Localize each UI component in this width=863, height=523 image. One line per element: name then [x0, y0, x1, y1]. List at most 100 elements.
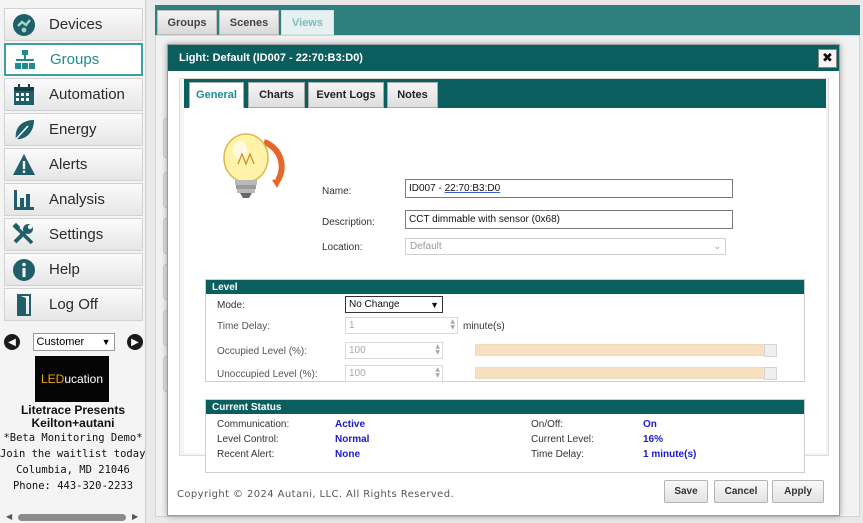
status-time-delay-label: Time Delay:	[531, 449, 584, 460]
apply-button[interactable]: Apply	[772, 480, 824, 503]
chevron-down-icon: ⌄	[713, 241, 721, 251]
recent-alert-value: None	[335, 449, 360, 460]
occupied-level-input[interactable]: 100 ▲ ▼	[345, 342, 443, 359]
occupied-level-label: Occupied Level (%):	[217, 346, 308, 357]
door-icon	[11, 292, 37, 318]
unoccupied-level-input[interactable]: 100 ▲ ▼	[345, 365, 443, 382]
next-customer-button[interactable]: ▶	[127, 334, 143, 350]
spinner-arrows-icon: ▲ ▼	[450, 318, 455, 331]
general-tab-content: Name: ID007 - 22:70:B3:D0 Description: C…	[184, 108, 826, 473]
current-level-value: 16%	[643, 434, 664, 445]
dialog-title: Light: Default (ID007 - 22:70:B3:D0)	[168, 45, 839, 71]
save-button[interactable]: Save	[664, 480, 708, 503]
promo-line: *Beta Monitoring Demo*	[3, 432, 143, 444]
mode-label: Mode:	[217, 300, 245, 311]
horizontal-scrollbar[interactable]: ◀ ▶	[4, 511, 143, 523]
customer-row: ◀ Customer ▼ ▶	[4, 331, 143, 353]
name-field[interactable]: ID007 - 22:70:B3:D0	[405, 179, 733, 198]
sidebar-item-label: Log Off	[49, 296, 98, 313]
on-off-value: On	[643, 419, 657, 430]
light-bulb-icon	[216, 128, 290, 206]
sidebar-item-devices[interactable]: Devices	[4, 8, 143, 41]
sidebar-item-settings[interactable]: Settings	[4, 218, 143, 251]
devices-icon	[11, 12, 37, 38]
tab-notes[interactable]: Notes	[387, 82, 438, 108]
on-off-label: On/Off:	[531, 419, 564, 430]
description-label: Description:	[322, 217, 375, 228]
promo-block: Litetrace Presents Keilton+autani *Beta …	[0, 404, 152, 494]
tools-icon	[11, 222, 37, 248]
sidebar-item-label: Groups	[50, 51, 100, 68]
alert-icon	[11, 152, 37, 178]
info-icon	[11, 257, 37, 283]
sidebar-item-label: Alerts	[49, 156, 88, 173]
sidebar-item-alerts[interactable]: Alerts	[4, 148, 143, 181]
customer-select-value: Customer	[36, 336, 85, 348]
chevron-down-icon: ▼	[101, 337, 111, 347]
sidebar-item-help[interactable]: Help	[4, 253, 143, 286]
tab-groups[interactable]: Groups	[157, 10, 217, 35]
sidebar-item-automation[interactable]: Automation	[4, 78, 143, 111]
spinner-arrows-icon: ▲ ▼	[435, 343, 440, 356]
close-button[interactable]: ✖	[818, 49, 837, 68]
time-delay-input[interactable]: 1 ▲ ▼	[345, 317, 458, 334]
name-prefix: ID007 -	[409, 183, 445, 194]
level-header: Level	[206, 280, 804, 294]
customer-select[interactable]: Customer ▼	[32, 333, 115, 351]
name-label: Name:	[322, 186, 352, 197]
scroll-right-icon[interactable]: ▶	[132, 512, 138, 521]
recent-alert-label: Recent Alert:	[217, 449, 275, 460]
name-mac: 22:70:B3:D0	[444, 183, 501, 194]
current-status-header: Current Status	[206, 400, 804, 414]
level-section: Level Mode: No Change ▼ Time Delay: 1 ▲ ▼…	[205, 279, 805, 382]
scroll-left-icon[interactable]: ◀	[6, 512, 12, 521]
tab-charts[interactable]: Charts	[248, 82, 305, 108]
sidebar-item-label: Devices	[49, 16, 103, 33]
sidebar-item-groups[interactable]: Groups	[4, 43, 143, 76]
tab-views[interactable]: Views	[281, 10, 334, 35]
sidebar-item-energy[interactable]: Energy	[4, 113, 143, 146]
unoccupied-level-slider[interactable]	[475, 367, 777, 380]
slider-handle[interactable]	[764, 344, 777, 357]
level-control-label: Level Control:	[217, 434, 279, 445]
device-dialog: Light: Default (ID007 - 22:70:B3:D0) ✖ G…	[167, 44, 840, 516]
sidebar-item-logoff[interactable]: Log Off	[4, 288, 143, 321]
description-field[interactable]: CCT dimmable with sensor (0x68)	[405, 210, 733, 229]
occupied-level-slider[interactable]	[475, 344, 777, 357]
tab-general[interactable]: General	[189, 82, 244, 108]
automation-icon	[11, 82, 37, 108]
slider-handle[interactable]	[764, 367, 777, 380]
current-status-section: Current Status Communication: Active On/…	[205, 399, 805, 473]
promo-line: Phone: 443-320-2233	[12, 480, 134, 492]
spinner-arrows-icon: ▲ ▼	[435, 366, 440, 379]
communication-value: Active	[335, 419, 366, 430]
leducation-logo: LED ucation	[35, 356, 109, 402]
sidebar-item-label: Help	[49, 261, 80, 278]
chevron-down-icon: ▼	[430, 299, 439, 310]
unoccupied-level-value: 100	[349, 368, 366, 379]
bar-chart-icon	[11, 187, 37, 213]
tab-event-logs[interactable]: Event Logs	[308, 82, 384, 108]
sidebar: Devices Groups Automation Energy Alerts	[0, 0, 152, 523]
scrollbar-thumb[interactable]	[18, 514, 126, 521]
status-time-delay-value: 1 minute(s)	[643, 449, 697, 460]
sidebar-item-label: Energy	[49, 121, 97, 138]
promo-line: Columbia, MD 21046	[16, 464, 130, 476]
groups-icon	[12, 47, 38, 73]
sidebar-item-analysis[interactable]: Analysis	[4, 183, 143, 216]
mode-value: No Change	[349, 299, 400, 310]
sidebar-item-label: Analysis	[49, 191, 105, 208]
cancel-button[interactable]: Cancel	[714, 480, 768, 503]
location-value: Default	[410, 241, 442, 252]
location-select[interactable]: Default ⌄	[405, 238, 726, 255]
promo-line: Join the waitlist today!	[0, 448, 152, 460]
time-delay-value: 1	[349, 320, 355, 331]
tab-scenes[interactable]: Scenes	[219, 10, 279, 35]
prev-customer-button[interactable]: ◀	[4, 334, 20, 350]
dialog-body: General Charts Event Logs Notes Name: ID…	[179, 78, 829, 473]
promo-line: Keilton+autani	[31, 416, 115, 430]
level-control-value: Normal	[335, 434, 370, 445]
unoccupied-level-label: Unoccupied Level (%):	[217, 369, 318, 380]
mode-select[interactable]: No Change ▼	[345, 296, 443, 313]
logo-led-text: LED	[40, 372, 65, 386]
